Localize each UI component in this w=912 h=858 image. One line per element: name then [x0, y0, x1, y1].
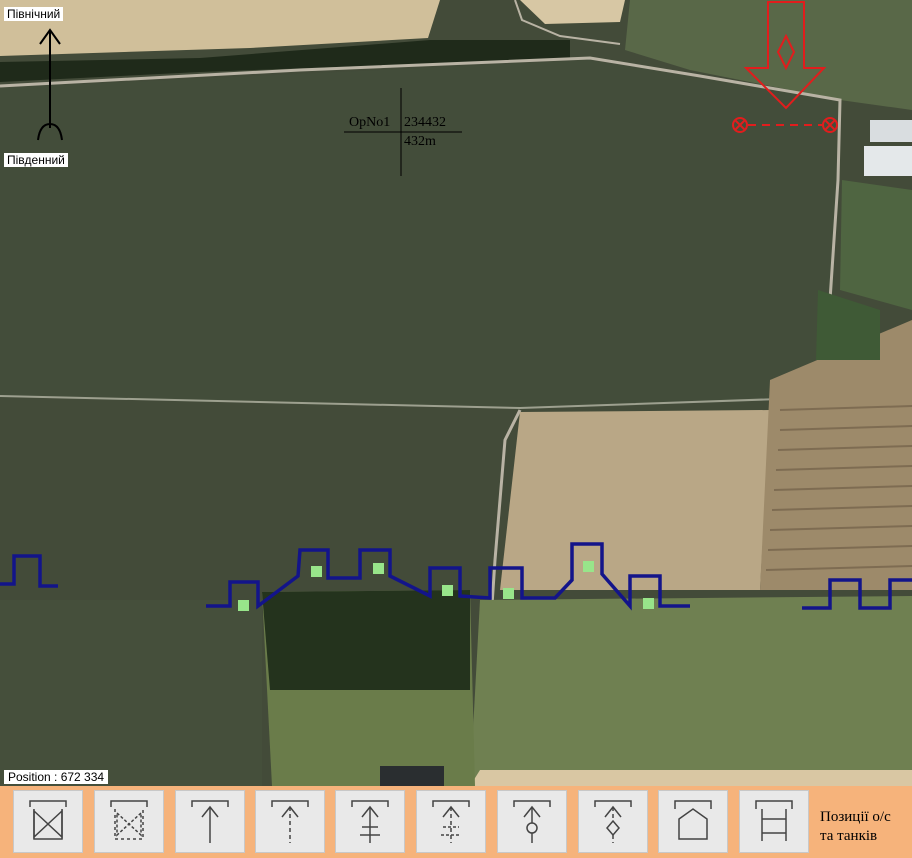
- field-south-strip: [470, 770, 912, 786]
- bracket-bowtie-solid-icon: [29, 799, 67, 840]
- meadow-right: [840, 180, 912, 310]
- position-marker: [643, 598, 654, 609]
- tool-bracket-bowtie-solid[interactable]: [13, 790, 83, 853]
- target-distance: 432m: [404, 134, 436, 149]
- field-south-left: [0, 600, 262, 786]
- south-label: Південний: [4, 153, 68, 167]
- position-readout: Position : 672 334: [4, 770, 109, 784]
- bracket-arrow-crossbars-icon: [351, 799, 389, 843]
- tool-bracket-arrow-up[interactable]: [175, 790, 245, 853]
- position-marker: [311, 566, 322, 577]
- tool-bracket-arrow-circle[interactable]: [497, 790, 567, 853]
- field-south-right: [470, 596, 912, 786]
- target-label: ОрNo1: [349, 115, 391, 130]
- forest-structure: [380, 766, 444, 786]
- bracket-arrow-up-icon: [191, 799, 229, 843]
- position-marker: [583, 561, 594, 572]
- tool-bracket-arrow-crossbars[interactable]: [335, 790, 405, 853]
- target-code: 234432: [404, 115, 446, 130]
- position-marker: [503, 588, 514, 599]
- tool-bracket-arrow-diamond-dashed[interactable]: [578, 790, 648, 853]
- position-marker: [373, 563, 384, 574]
- pentagon-house-icon: [674, 799, 712, 840]
- bracket-bowtie-dashed-icon: [110, 799, 148, 840]
- forest: [262, 590, 470, 690]
- tool-pentagon-house[interactable]: [658, 790, 728, 853]
- tool-bracket-bowtie-dashed[interactable]: [94, 790, 164, 853]
- bracket-arrow-circle-icon: [513, 799, 551, 843]
- tool-bracket-double-bar[interactable]: [739, 790, 809, 853]
- position-marker: [238, 600, 249, 611]
- tool-bracket-arrow-crossbars-dashed[interactable]: [416, 790, 486, 853]
- bracket-arrow-diamond-dashed-icon: [594, 799, 632, 843]
- greenhouse-1: [870, 120, 912, 142]
- greenhouse-2: [864, 146, 912, 176]
- bracket-arrow-crossbars-dashed-icon: [432, 799, 470, 843]
- field-large: [0, 60, 840, 408]
- satellite-map[interactable]: [0, 0, 912, 786]
- toolbar-caption: Позиції о/с та танків: [820, 809, 891, 844]
- tool-bracket-arrow-up-dashed[interactable]: [255, 790, 325, 853]
- bracket-arrow-up-dashed-icon: [271, 799, 309, 843]
- bracket-double-bar-icon: [755, 799, 793, 841]
- position-marker: [442, 585, 453, 596]
- symbol-toolbar: [0, 786, 912, 858]
- field-tilled: [500, 410, 770, 590]
- north-label: Північний: [4, 7, 64, 21]
